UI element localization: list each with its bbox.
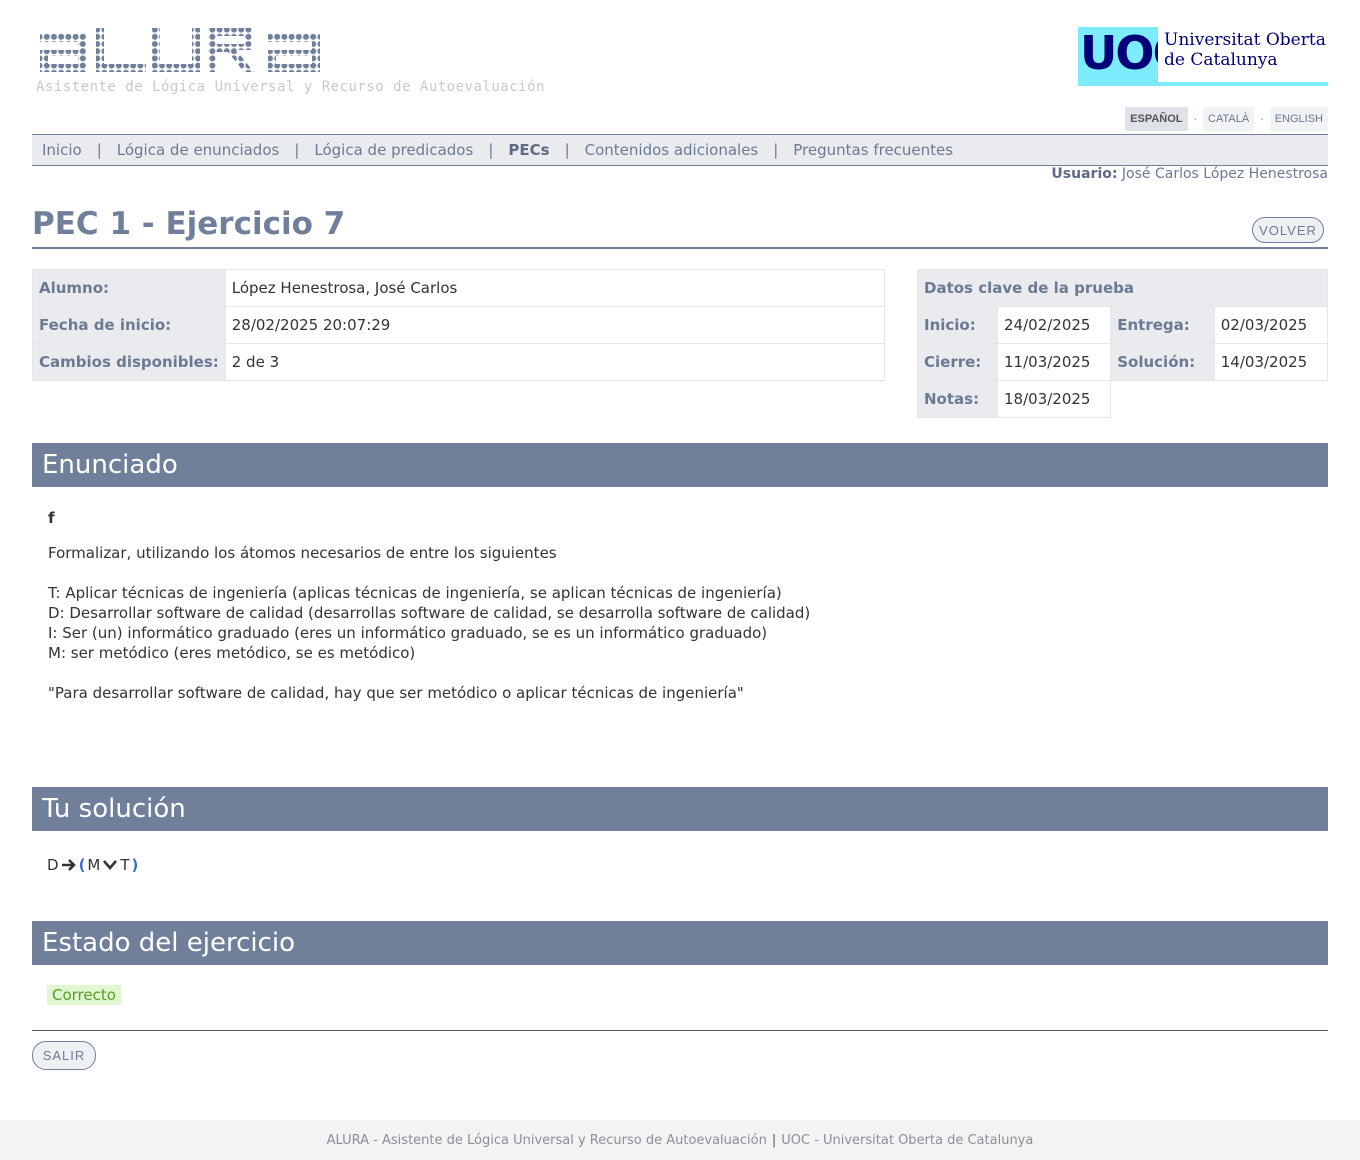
page-title: PEC 1 - Ejercicio 7: [32, 206, 346, 242]
key-dates-header: Datos clave de la prueba: [917, 269, 1328, 307]
nav-separator: |: [773, 141, 779, 159]
cierre-label: Cierre:: [916, 343, 999, 381]
atom-i: I: Ser (un) informático graduado (eres u…: [48, 624, 768, 642]
implication-arrow-icon: [61, 858, 77, 872]
solucion-value: 14/03/2025: [1213, 343, 1329, 381]
user-name: José Carlos López Henestrosa: [1121, 166, 1328, 182]
language-selector: ESPAÑOL · CATALÀ · ENGLISH: [1125, 107, 1328, 131]
empty-cell: [1214, 381, 1327, 418]
formula-open-paren: (: [78, 856, 86, 874]
title-divider: [32, 247, 1328, 249]
uoc-name-line1: Universitat Oberta: [1164, 30, 1326, 50]
lang-english[interactable]: ENGLISH: [1269, 107, 1328, 131]
table-row: Cierre: 11/03/2025 Solución: 14/03/2025: [916, 343, 1329, 381]
table-row: Inicio: 24/02/2025 Entrega: 02/03/2025: [916, 306, 1329, 344]
table-row: Alumno: López Henestrosa, José Carlos: [32, 269, 886, 307]
nav-item-logica-enunciados[interactable]: Lógica de enunciados: [117, 141, 280, 159]
nav-separator: |: [96, 141, 102, 159]
nav-separator: |: [564, 141, 570, 159]
changes-label: Cambios disponibles:: [32, 343, 226, 381]
atom-m: M: ser metódico (eres metódico, se es me…: [48, 644, 416, 662]
section-heading-estado: Estado del ejercicio: [32, 921, 1328, 965]
user-info: Usuario: José Carlos López Henestrosa: [1051, 166, 1328, 182]
lang-espanol[interactable]: ESPAÑOL: [1125, 107, 1188, 131]
exercise-statement: f Formalizar, utilizando los átomos nece…: [48, 508, 810, 703]
page-footer: ALURA - Asistente de Lógica Universal y …: [0, 1120, 1360, 1160]
alura-logo[interactable]: Asistente de Lógica Universal y Recurso …: [36, 26, 556, 95]
start-date-label: Fecha de inicio:: [32, 306, 226, 344]
nav-item-contenidos-adicionales[interactable]: Contenidos adicionales: [585, 141, 759, 159]
footer-alura-link[interactable]: ALURA - Asistente de Lógica Universal y …: [327, 1133, 767, 1148]
alura-logo-subtitle: Asistente de Lógica Universal y Recurso …: [36, 79, 545, 95]
uoc-logo-text: Universitat Oberta de Catalunya: [1164, 30, 1326, 70]
statement-sentence: "Para desarrollar software de calidad, h…: [48, 684, 744, 702]
back-button[interactable]: VOLVER: [1252, 217, 1324, 243]
table-row: Fecha de inicio: 28/02/2025 20:07:29: [32, 306, 886, 344]
key-dates-table: Datos clave de la prueba Inicio: 24/02/2…: [916, 269, 1329, 418]
student-info-table: Alumno: López Henestrosa, José Carlos Fe…: [32, 269, 886, 381]
nav-item-inicio[interactable]: Inicio: [42, 141, 82, 159]
status-badge: Correcto: [47, 985, 121, 1005]
table-row: Cambios disponibles: 2 de 3: [32, 343, 886, 381]
exit-button[interactable]: SALIR: [32, 1041, 96, 1070]
start-date-value: 28/02/2025 20:07:29: [224, 306, 886, 344]
nav-item-pecs[interactable]: PECs: [508, 141, 549, 159]
footer-separator: |: [771, 1132, 777, 1148]
uoc-name-line2: de Catalunya: [1164, 50, 1278, 70]
inicio-label: Inicio:: [916, 306, 999, 344]
inicio-value: 24/02/2025: [997, 306, 1112, 344]
formula-atom-d: D: [47, 856, 59, 874]
cierre-value: 11/03/2025: [997, 343, 1112, 381]
solucion-label: Solución:: [1110, 343, 1215, 381]
atom-d: D: Desarrollar software de calidad (desa…: [48, 604, 811, 622]
disjunction-icon: [102, 858, 118, 872]
table-row: Notas: 18/03/2025: [916, 380, 1328, 418]
statement-intro: Formalizar, utilizando los átomos necesa…: [48, 544, 557, 562]
atom-t: T: Aplicar técnicas de ingeniería (aplic…: [48, 584, 782, 602]
nav-separator: |: [488, 141, 494, 159]
main-nav: Inicio | Lógica de enunciados | Lógica d…: [32, 134, 1328, 166]
alura-logo-wordmark: [36, 26, 556, 74]
exercise-letter: f: [48, 509, 55, 527]
lang-separator: ·: [1260, 112, 1264, 126]
empty-cell: [1111, 381, 1215, 418]
notas-value: 18/03/2025: [997, 380, 1112, 418]
section-heading-enunciado: Enunciado: [32, 443, 1328, 487]
uoc-logo[interactable]: UOC Universitat Oberta de Catalunya: [1078, 27, 1328, 86]
user-label: Usuario:: [1051, 166, 1118, 182]
student-label: Alumno:: [32, 269, 226, 307]
lang-catala[interactable]: CATALÀ: [1203, 107, 1255, 131]
student-value: López Henestrosa, José Carlos: [224, 269, 886, 307]
notas-label: Notas:: [916, 380, 999, 418]
section-heading-solucion: Tu solución: [32, 787, 1328, 831]
nav-item-preguntas-frecuentes[interactable]: Preguntas frecuentes: [793, 141, 953, 159]
footer-uoc-link[interactable]: UOC - Universitat Oberta de Catalunya: [781, 1133, 1033, 1148]
formula-atom-m: M: [87, 856, 101, 874]
nav-item-logica-predicados[interactable]: Lógica de predicados: [314, 141, 473, 159]
table-row: Datos clave de la prueba: [917, 269, 1328, 307]
nav-separator: |: [294, 141, 300, 159]
solution-formula: D ( M T ): [47, 856, 138, 874]
formula-atom-t: T: [120, 856, 130, 874]
entrega-label: Entrega:: [1110, 306, 1215, 344]
lang-separator: ·: [1193, 112, 1198, 126]
changes-value: 2 de 3: [224, 343, 886, 381]
formula-close-paren: ): [131, 856, 139, 874]
entrega-value: 02/03/2025: [1213, 306, 1329, 344]
bottom-divider: [32, 1030, 1328, 1031]
